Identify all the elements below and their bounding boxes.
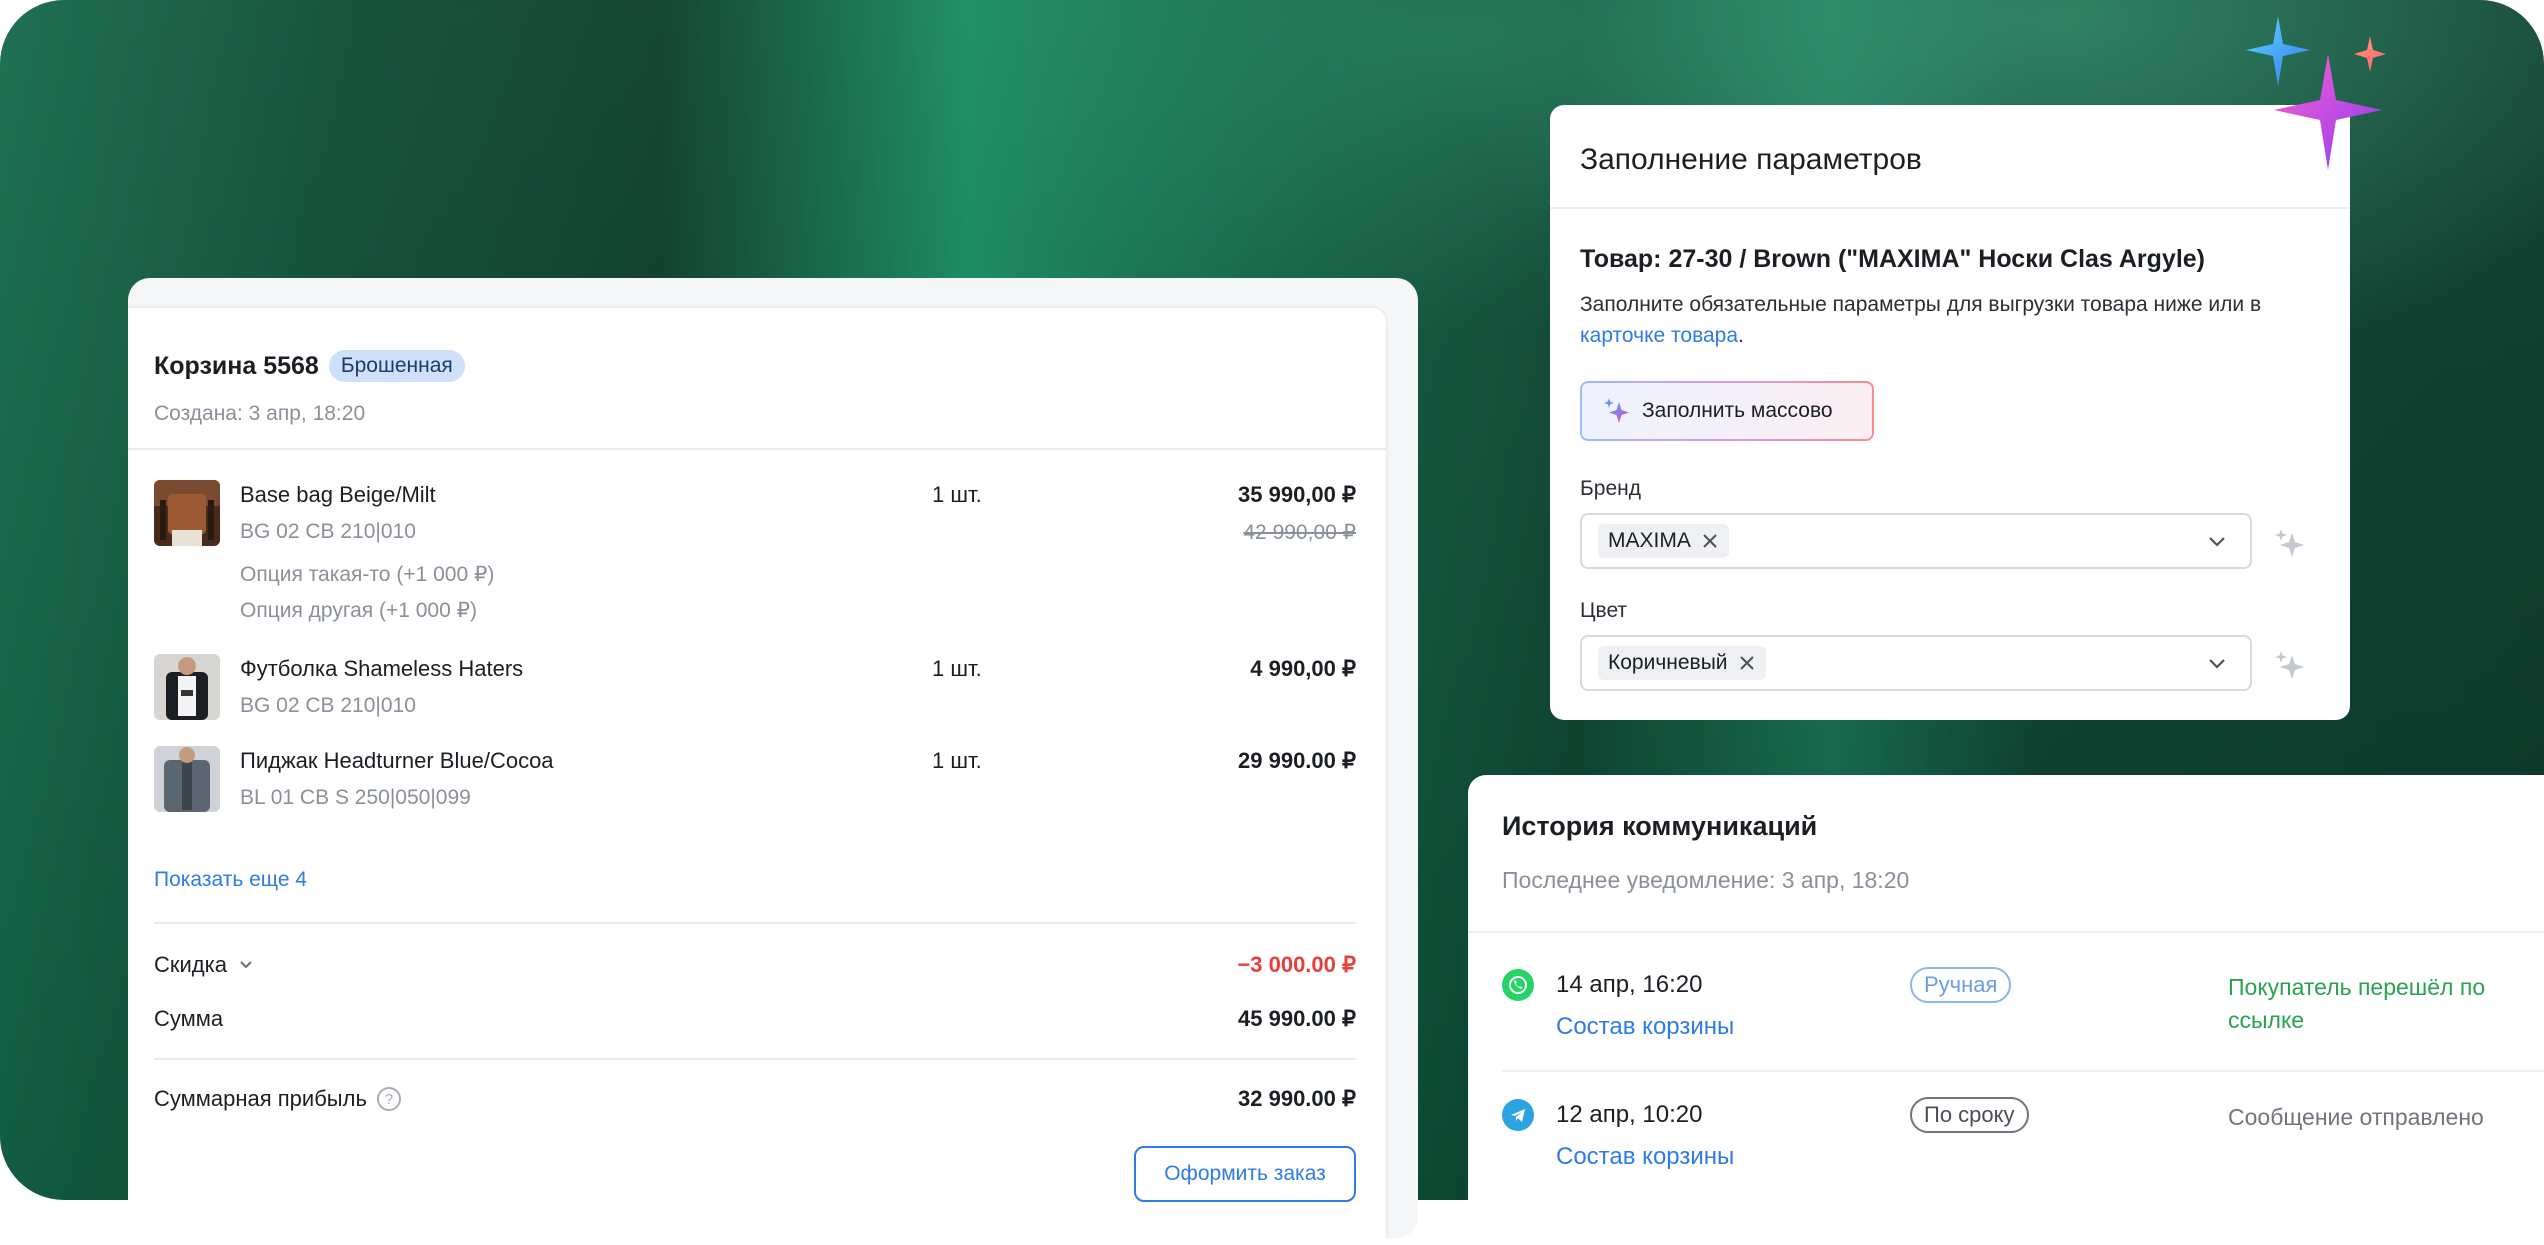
cart-header: Корзина 5568 Брошенная Создана: 3 апр, 1… bbox=[154, 350, 1356, 426]
history-title: История коммуникаций bbox=[1502, 811, 1818, 841]
params-description: Заполните обязательные параметры для выг… bbox=[1580, 289, 2320, 351]
cart-title: Корзина 5568 bbox=[154, 351, 319, 380]
brand-chip-label: MAXIMA bbox=[1608, 529, 1691, 552]
trigger-tag: По сроку bbox=[1910, 1097, 2029, 1133]
desc-end: . bbox=[1738, 324, 1744, 347]
mass-fill-label: Заполнить массово bbox=[1642, 399, 1833, 422]
product-name: Товар: 27-30 / Brown ("MAXIMA" Носки Cla… bbox=[1580, 245, 2205, 273]
cart-title-row: Корзина 5568 Брошенная bbox=[154, 350, 1356, 382]
discount-label-group[interactable]: Скидка bbox=[154, 952, 255, 978]
item-price: 4 990,00 ₽ bbox=[1250, 656, 1356, 681]
cart-contents-link[interactable]: Состав корзины bbox=[1556, 1013, 1734, 1041]
history-date: 14 апр, 16:20 bbox=[1556, 971, 1703, 998]
trigger-tag: Ручная bbox=[1910, 967, 2012, 1003]
history-date: 12 апр, 10:20 bbox=[1556, 1101, 1703, 1128]
color-chip-label: Коричневый bbox=[1608, 651, 1728, 674]
divider bbox=[154, 1058, 1356, 1060]
product-thumbnail[interactable] bbox=[154, 480, 220, 546]
whatsapp-icon bbox=[1502, 969, 1534, 1001]
item-quantity: 1 шт. bbox=[932, 482, 982, 507]
divider bbox=[1502, 1070, 2544, 1072]
divider bbox=[154, 922, 1356, 924]
sum-label: Сумма bbox=[154, 1006, 224, 1031]
divider bbox=[128, 448, 1386, 450]
sparkle-icon bbox=[1604, 398, 1629, 423]
mass-fill-button-inner[interactable]: Заполнить массово bbox=[1582, 383, 1872, 439]
chevron-down-icon[interactable] bbox=[2204, 651, 2230, 677]
item-option: Опция такая-то (+1 000 ₽) bbox=[240, 563, 495, 586]
history-status: Сообщение отправлено bbox=[2228, 1104, 2484, 1130]
desc-text: Заполните обязательные параметры для выг… bbox=[1580, 293, 2262, 316]
communication-history-card: История коммуникаций Последнее уведомлен… bbox=[1468, 775, 2544, 1245]
item-option: Опция другая (+1 000 ₽) bbox=[240, 599, 477, 622]
params-title: Заполнение параметров bbox=[1580, 143, 1922, 176]
chevron-down-icon[interactable] bbox=[2204, 529, 2230, 555]
params-card: Заполнение параметров Товар: 27-30 / Bro… bbox=[1550, 105, 2350, 720]
show-more-link[interactable]: Показать еще 4 bbox=[154, 868, 307, 892]
item-sku: BL 01 CB S 250|050|099 bbox=[240, 786, 471, 809]
mass-fill-button[interactable]: Заполнить массово bbox=[1580, 381, 1874, 441]
decorative-sparkles-icon bbox=[2246, 16, 2386, 170]
cart-created-date: Создана: 3 апр, 18:20 bbox=[154, 402, 366, 425]
cart-item: Футболка Shameless Haters BG 02 CB 210|0… bbox=[154, 654, 1356, 724]
ai-sparkle-icon[interactable] bbox=[2272, 647, 2308, 683]
item-quantity: 1 шт. bbox=[932, 656, 982, 681]
brand-chip: MAXIMA bbox=[1598, 524, 1729, 558]
item-price: 29 990.00 ₽ bbox=[1238, 748, 1356, 773]
item-quantity: 1 шт. bbox=[932, 748, 982, 773]
item-sku: BG 02 CB 210|010 bbox=[240, 520, 416, 543]
status-badge: Брошенная bbox=[328, 350, 465, 382]
product-thumbnail[interactable] bbox=[154, 746, 220, 812]
sum-value: 45 990.00 ₽ bbox=[1238, 1006, 1356, 1031]
cart-item: Base bag Beige/Milt BG 02 CB 210|010 Опц… bbox=[154, 480, 1356, 640]
item-old-price: 42 990,00 ₽ bbox=[1243, 521, 1356, 544]
help-icon[interactable]: ? bbox=[376, 1087, 401, 1111]
cart-item: Пиджак Headturner Blue/Cocoa BL 01 CB S … bbox=[154, 746, 1356, 816]
item-name[interactable]: Пиджак Headturner Blue/Cocoa bbox=[240, 748, 554, 774]
cart-contents-link[interactable]: Состав корзины bbox=[1556, 1143, 1734, 1171]
history-status: Покупатель перешёл по ссылке bbox=[2228, 974, 2486, 1033]
color-label: Цвет bbox=[1580, 599, 1628, 622]
divider bbox=[1468, 931, 2544, 933]
item-name[interactable]: Base bag Beige/Milt bbox=[240, 482, 436, 508]
telegram-icon bbox=[1502, 1099, 1534, 1131]
item-sku: BG 02 CB 210|010 bbox=[240, 694, 416, 717]
color-chip: Коричневый bbox=[1598, 646, 1766, 680]
cart-panel: Корзина 5568 Брошенная Создана: 3 апр, 1… bbox=[128, 308, 1386, 1238]
product-card-link[interactable]: карточке товара bbox=[1580, 324, 1738, 347]
item-price: 35 990,00 ₽ bbox=[1238, 482, 1356, 507]
item-name[interactable]: Футболка Shameless Haters bbox=[240, 656, 523, 682]
divider bbox=[1550, 207, 2350, 209]
close-icon[interactable] bbox=[1738, 654, 1756, 672]
product-thumbnail[interactable] bbox=[154, 654, 220, 720]
brand-select[interactable]: MAXIMA bbox=[1580, 513, 2252, 569]
chevron-down-icon[interactable] bbox=[237, 956, 255, 974]
brand-label: Бренд bbox=[1580, 477, 1641, 500]
place-order-button[interactable]: Оформить заказ bbox=[1134, 1146, 1356, 1202]
discount-label: Скидка bbox=[154, 952, 227, 977]
close-icon[interactable] bbox=[1701, 532, 1719, 550]
profit-label: Суммарная прибыль bbox=[154, 1086, 367, 1111]
profit-value: 32 990.00 ₽ bbox=[1238, 1086, 1356, 1111]
color-select[interactable]: Коричневый bbox=[1580, 635, 2252, 691]
discount-value: −3 000.00 ₽ bbox=[1237, 952, 1356, 977]
ai-sparkle-icon[interactable] bbox=[2272, 525, 2308, 561]
history-subtitle: Последнее уведомление: 3 апр, 18:20 bbox=[1502, 867, 1910, 893]
cart-card: Корзина 5568 Брошенная Создана: 3 апр, 1… bbox=[128, 278, 1418, 1238]
